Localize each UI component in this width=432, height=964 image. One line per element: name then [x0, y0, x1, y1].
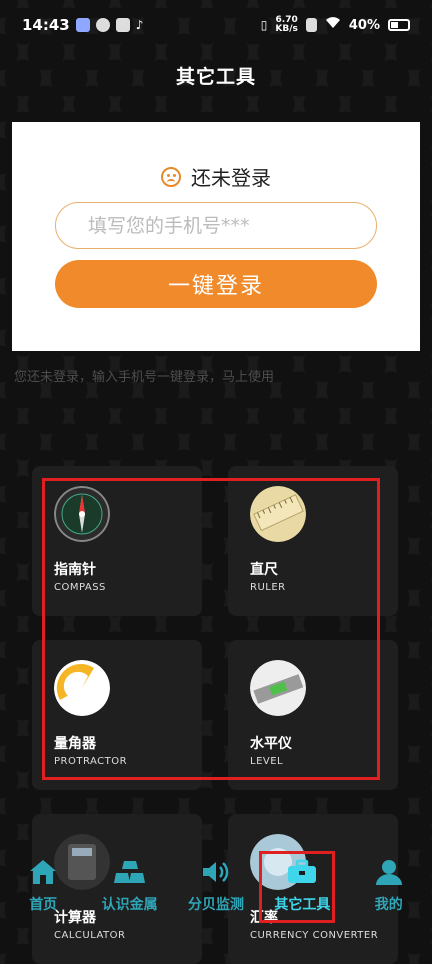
login-card: 还未登录 一键登录	[12, 122, 420, 351]
network-speed: 6.70 KB/s	[275, 16, 297, 34]
speaker-icon	[201, 858, 231, 886]
gold-bars-icon	[113, 858, 146, 886]
sad-face-icon	[161, 166, 181, 187]
vibrate-icon: ▯	[260, 18, 268, 32]
page-title: 其它工具	[175, 66, 256, 88]
sim-off-icon	[305, 18, 317, 32]
tool-subtitle: CURRENCY CONVERTER	[250, 930, 379, 941]
network-speed-unit: KB/s	[275, 24, 298, 34]
tab-label: 首页	[29, 897, 58, 913]
status-time: 14:43	[22, 16, 70, 34]
login-hint: 您还未登录，输入手机号一键登录，马上使用	[14, 370, 275, 385]
tab-label: 我的	[374, 897, 403, 913]
home-icon	[28, 858, 58, 886]
battery-icon	[388, 19, 410, 31]
highlight-box-tab	[259, 851, 335, 923]
wifi-icon	[325, 17, 341, 33]
tool-subtitle: CALCULATOR	[54, 930, 126, 941]
app-notification-icon	[75, 18, 90, 32]
tiktok-icon: ♪	[135, 18, 144, 32]
tab-metals[interactable]: 认识金属	[90, 858, 170, 914]
one-click-login-button[interactable]: 一键登录	[55, 260, 377, 308]
phone-input[interactable]	[55, 202, 377, 249]
tab-label: 分贝监测	[187, 897, 244, 913]
battery-percent: 40%	[348, 17, 380, 33]
login-status-text: 还未登录	[191, 166, 271, 190]
highlight-box-tools	[42, 478, 380, 780]
tab-mine[interactable]: 我的	[349, 858, 429, 914]
status-bar: 14:43 ♪ ▯ 6.70 KB/s 40%	[0, 0, 432, 50]
tab-label: 认识金属	[101, 897, 158, 913]
bottom-tab-bar: 首页 认识金属 分贝监测 其它工具 我的	[0, 858, 432, 928]
app-notification-icon	[115, 18, 130, 32]
app-notification-icon	[95, 18, 110, 32]
user-icon	[374, 858, 404, 886]
login-status: 还未登录	[12, 162, 420, 191]
tab-home[interactable]: 首页	[3, 858, 83, 914]
tab-decibel[interactable]: 分贝监测	[176, 858, 256, 914]
